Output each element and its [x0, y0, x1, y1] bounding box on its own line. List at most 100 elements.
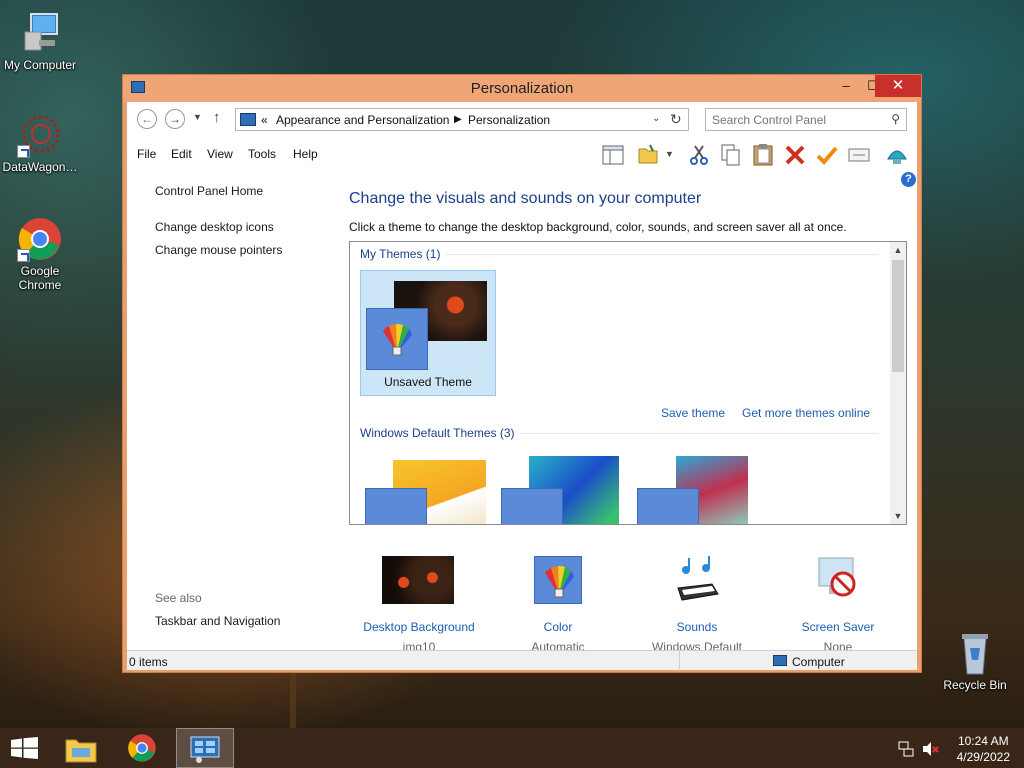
menu-help[interactable]: Help	[293, 147, 318, 161]
my-themes-heading: My Themes (1)	[360, 247, 441, 261]
theme-list-scrollbar[interactable]: ▲ ▼	[890, 242, 906, 524]
menu-edit[interactable]: Edit	[171, 147, 192, 161]
taskbar-control-panel[interactable]	[176, 728, 234, 768]
setting-label: Color	[543, 620, 573, 634]
desktop-icon-label: Google Chrome	[18, 264, 62, 292]
address-bar[interactable]: « Appearance and Personalization ▶ Perso…	[235, 108, 689, 131]
taskbar-chrome[interactable]	[114, 728, 172, 768]
taskbar-navigation-link[interactable]: Taskbar and Navigation	[155, 614, 280, 628]
desktop-icon-recycle-bin[interactable]: Recycle Bin	[935, 630, 1015, 692]
menu-tools[interactable]: Tools	[248, 147, 276, 161]
color-palette-icon	[637, 488, 699, 524]
desktop-icon-my-computer[interactable]: My Computer	[0, 10, 80, 72]
setting-label: Screen Saver	[801, 620, 875, 634]
properties-icon[interactable]	[847, 143, 871, 167]
recent-locations-dropdown[interactable]: ▼	[193, 112, 202, 122]
wallpaper-detail	[290, 672, 296, 732]
status-divider	[679, 651, 680, 671]
volume-muted-icon[interactable]	[922, 741, 940, 757]
desktop-icon-google-chrome[interactable]: Google Chrome	[0, 216, 80, 292]
theme-windows[interactable]	[360, 452, 496, 524]
desktop-background-icon	[382, 556, 454, 604]
scroll-up-icon[interactable]: ▲	[890, 242, 906, 258]
get-more-themes-link[interactable]: Get more themes online	[742, 406, 870, 420]
theme-label: Unsaved Theme	[384, 375, 472, 389]
recycle-bin-icon	[952, 630, 998, 676]
breadcrumb-appearance[interactable]: Appearance and Personalization	[276, 113, 449, 127]
desktop-icon-label: My Computer	[3, 58, 77, 72]
breadcrumb-personalization[interactable]: Personalization	[468, 113, 550, 127]
start-button[interactable]	[0, 728, 58, 768]
address-row: ← → ▼ ↑ « Appearance and Personalization…	[127, 102, 917, 136]
cut-icon[interactable]	[687, 143, 711, 167]
desktop-icon-datawagon[interactable]: DataWagon…	[0, 112, 80, 174]
setting-label: Desktop Background	[363, 620, 475, 634]
copy-icon[interactable]	[719, 143, 743, 167]
theme-list[interactable]: My Themes (1) Unsaved Theme Save theme G…	[349, 241, 907, 525]
computer-icon	[773, 655, 787, 666]
minimize-button[interactable]: –	[831, 75, 861, 97]
control-panel-home-link[interactable]: Control Panel Home	[155, 184, 263, 198]
preview-pane-icon[interactable]	[601, 143, 625, 167]
window-client: ← → ▼ ↑ « Appearance and Personalization…	[127, 102, 917, 671]
theme-lines-and-colors[interactable]	[496, 452, 632, 524]
taskbar-file-explorer[interactable]	[52, 728, 110, 768]
taskbar-clock[interactable]: 10:24 AM 4/29/2022	[957, 733, 1010, 765]
page-description: Click a theme to change the desktop back…	[349, 220, 847, 234]
title-bar[interactable]: Personalization – ☐ ✕	[123, 75, 921, 102]
status-bar: 0 items Computer	[127, 650, 917, 671]
refresh-icon[interactable]: ↻	[670, 111, 682, 128]
menu-file[interactable]: File	[137, 147, 156, 161]
up-button[interactable]: ↑	[213, 109, 221, 126]
sounds-icon	[677, 556, 719, 601]
main-content: Change the visuals and sounds on your co…	[349, 170, 915, 654]
back-button[interactable]: ←	[137, 109, 157, 129]
desktop-icon-label: Recycle Bin	[943, 678, 1007, 692]
desktop-icon-label: DataWagon…	[2, 160, 78, 174]
save-theme-link[interactable]: Save theme	[661, 406, 725, 420]
forward-button[interactable]: →	[165, 109, 185, 129]
network-icon[interactable]	[898, 741, 914, 757]
clock-time: 10:24 AM	[957, 734, 1009, 748]
change-mouse-pointers-link[interactable]: Change mouse pointers	[155, 243, 282, 257]
change-desktop-icons-link[interactable]: Change desktop icons	[155, 220, 274, 234]
clock-date: 4/29/2022	[956, 750, 1010, 764]
windows-logo-icon	[11, 737, 38, 759]
control-panel-icon	[240, 113, 256, 126]
chrome-icon	[128, 734, 156, 762]
chrome-icon	[17, 216, 63, 262]
check-icon[interactable]	[815, 143, 839, 167]
see-also-heading: See also	[155, 591, 202, 605]
search-icon[interactable]: ⚲	[891, 112, 900, 126]
theme-unsaved[interactable]: Unsaved Theme	[360, 270, 496, 396]
computer-icon	[17, 10, 63, 56]
screen-saver-icon	[818, 557, 856, 597]
search-input[interactable]	[712, 110, 882, 130]
color-palette-icon	[365, 488, 427, 524]
address-dropdown-icon[interactable]: ⌄	[652, 113, 660, 124]
search-box[interactable]: ⚲	[705, 108, 907, 131]
breadcrumb-separator-icon: ▶	[454, 114, 462, 125]
menu-view[interactable]: View	[207, 147, 233, 161]
scrollbar-thumb[interactable]	[892, 260, 904, 372]
left-navigation: Control Panel Home Change desktop icons …	[127, 170, 337, 650]
menu-bar: File Edit View Tools Help ▼ ?	[127, 136, 917, 187]
theme-flowers[interactable]	[632, 452, 768, 524]
color-palette-icon	[501, 488, 563, 524]
default-themes-heading: Windows Default Themes (3)	[360, 426, 515, 440]
status-location: Computer	[792, 655, 845, 669]
color-palette-icon	[534, 556, 582, 604]
close-button[interactable]: ✕	[875, 75, 921, 97]
paste-icon[interactable]	[751, 143, 775, 167]
chevron-down-icon[interactable]: ▼	[665, 149, 674, 159]
control-panel-icon	[190, 736, 220, 763]
shortcut-arrow-icon	[17, 145, 30, 158]
group-divider	[446, 254, 878, 255]
setting-label: Sounds	[676, 620, 718, 634]
folder-options-icon[interactable]	[637, 143, 661, 167]
scroll-down-icon[interactable]: ▼	[890, 508, 906, 524]
personalization-window: Personalization – ☐ ✕ ← → ▼ ↑ « Appearan…	[122, 74, 922, 673]
delete-icon[interactable]	[783, 143, 807, 167]
color-palette-icon	[366, 308, 428, 370]
shell-icon[interactable]	[885, 143, 909, 167]
